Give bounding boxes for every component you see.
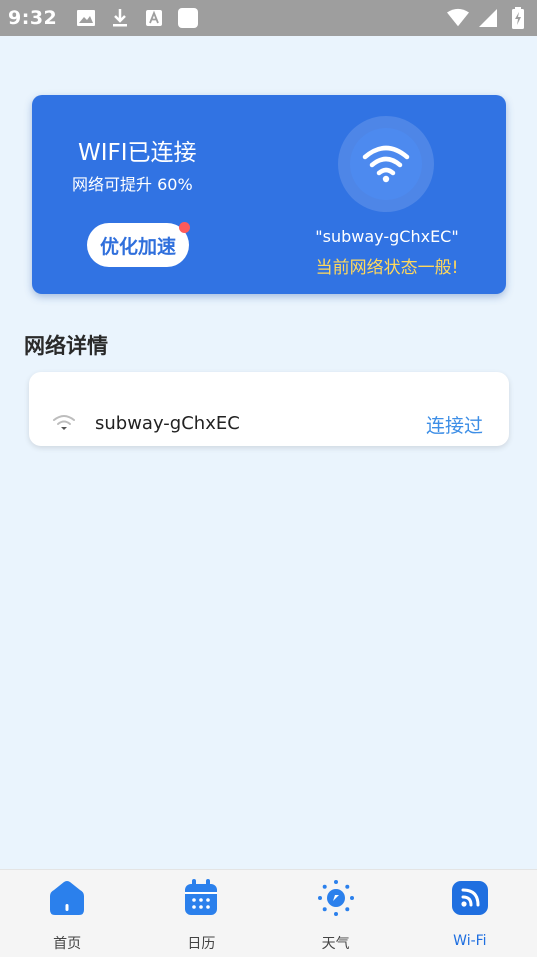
home-icon xyxy=(47,878,87,918)
nav-item-home[interactable]: 首页 xyxy=(0,870,134,957)
network-list-item[interactable]: subway-gChxEC 连接过 xyxy=(29,372,509,446)
notification-dot xyxy=(179,222,190,233)
section-title: 网络详情 xyxy=(24,334,108,358)
status-time: 9:32 xyxy=(8,7,58,29)
wifi-signal-icon xyxy=(447,7,469,29)
nav-item-calendar[interactable]: 日历 xyxy=(134,870,268,957)
nav-item-wifi[interactable]: Wi-Fi xyxy=(403,870,537,957)
network-ssid: subway-gChxEC xyxy=(95,413,240,434)
nav-item-weather[interactable]: 天气 xyxy=(269,870,403,957)
card-title: WIFI已连接 xyxy=(78,140,197,166)
blank-square-icon xyxy=(177,7,199,29)
wifi-weak-icon xyxy=(52,413,76,435)
wifi-icon xyxy=(362,145,410,183)
status-bar: 9:32 xyxy=(0,0,537,36)
download-icon xyxy=(109,7,131,29)
nav-label-weather: 天气 xyxy=(321,936,350,952)
text-icon xyxy=(143,7,165,29)
weather-icon xyxy=(316,878,356,918)
nav-label-calendar: 日历 xyxy=(187,936,216,952)
network-connection-state: 连接过 xyxy=(425,415,483,437)
card-subtitle: 网络可提升 60% xyxy=(72,175,193,194)
network-status-text: 当前网络状态一般! xyxy=(315,258,459,278)
boost-button[interactable]: 优化加速 xyxy=(87,222,190,267)
battery-charging-icon xyxy=(507,7,529,29)
wifi-status-card: WIFI已连接 网络可提升 60% 优化加速 "subway-gChxEC" 当… xyxy=(32,95,506,294)
bottom-nav: 首页 日历 天气 Wi-Fi xyxy=(0,869,537,957)
system-icons xyxy=(447,7,529,29)
wifi-badge xyxy=(338,116,434,212)
calendar-icon xyxy=(181,878,221,918)
notification-icons xyxy=(75,7,199,29)
wifi-nav-icon xyxy=(450,878,490,918)
nav-label-home: 首页 xyxy=(53,936,82,952)
connected-ssid: "subway-gChxEC" xyxy=(315,227,459,246)
boost-button-label: 优化加速 xyxy=(99,235,176,258)
nav-label-wifi: Wi-Fi xyxy=(453,933,487,949)
image-icon xyxy=(75,7,97,29)
cell-signal-icon xyxy=(477,7,499,29)
